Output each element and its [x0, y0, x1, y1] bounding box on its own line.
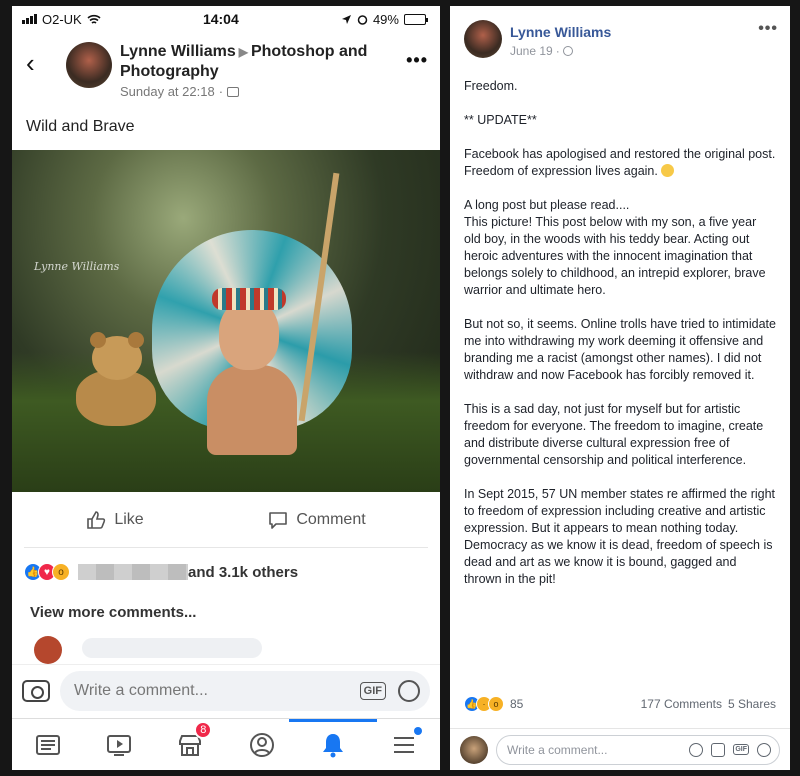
comment-input[interactable]: Write a comment... GIF	[60, 670, 430, 711]
reaction-others: and 3.1k others	[188, 563, 299, 581]
paragraph-3: Facebook has apologised and restored the…	[464, 146, 776, 180]
desktop-post-stats: 👍 · o 85 177 Comments 5 Shares	[464, 696, 776, 712]
paragraph-7: In Sept 2015, 57 UN member states re aff…	[464, 487, 776, 586]
tab-news-feed[interactable]	[28, 725, 68, 765]
arrow-right-icon: ▶	[238, 45, 248, 59]
author-name[interactable]: Lynne Williams	[120, 43, 236, 60]
reaction-summary[interactable]: 👍 ♥ o and 3.1k others	[12, 548, 440, 596]
sticker-icon[interactable]	[757, 742, 771, 757]
back-arrow-icon[interactable]: ‹	[26, 48, 52, 79]
group-privacy-icon	[227, 86, 240, 97]
emoji-icon[interactable]	[689, 742, 704, 757]
tab-notifications[interactable]	[288, 718, 377, 765]
screenshot-collage: O2-UK 14:04 49% ‹ Lynne Williams ▶ Photosh…	[0, 0, 800, 776]
desktop-post: Lynne Williams June 19 · ••• Freedom. ** …	[450, 6, 790, 770]
paragraph-5: But not so, it seems. Online trolls have…	[464, 317, 776, 382]
thumbs-up-icon	[87, 510, 106, 529]
comment-composer: Write a comment... GIF	[12, 664, 440, 716]
globe-icon	[562, 46, 573, 56]
author-avatar[interactable]	[66, 42, 112, 88]
comment-label: Comment	[296, 510, 366, 528]
view-more-comments[interactable]: View more comments...	[12, 596, 440, 632]
tab-marketplace[interactable]: 8	[170, 720, 213, 765]
comments-count[interactable]: 177 Comments	[641, 697, 722, 711]
paragraph-1: Freedom.	[464, 79, 518, 93]
status-time: 14:04	[202, 11, 239, 27]
post-title: Lynne Williams ▶ Photoshop and Photography	[120, 42, 406, 82]
paragraph-3-text: Facebook has apologised and restored the…	[464, 147, 776, 178]
bottom-tab-bar: 8	[12, 718, 440, 770]
desktop-post-text: Freedom. ** UPDATE** Facebook has apolog…	[450, 74, 790, 588]
post-photo[interactable]: Lynne Williams	[12, 150, 440, 492]
comment-placeholder: Write a comment...	[74, 681, 208, 699]
profile-icon	[249, 732, 274, 757]
battery-icon	[403, 13, 428, 25]
desktop-reaction-icons[interactable]: 👍 · o	[464, 696, 504, 712]
shares-count[interactable]: 5 Shares	[728, 697, 776, 711]
photo-watermark: Lynne Williams	[34, 260, 120, 273]
mobile-post-view: O2-UK 14:04 49% ‹ Lynne Williams ▶ Photosh…	[12, 6, 440, 770]
wow-reaction-icon: o	[488, 696, 504, 712]
tab-profile[interactable]	[242, 725, 282, 765]
alarm-icon	[357, 14, 368, 25]
comment-preview	[12, 632, 440, 664]
watch-icon	[106, 734, 131, 756]
tab-menu[interactable]	[384, 725, 424, 765]
child-face	[219, 300, 279, 370]
blurred-names	[78, 564, 188, 580]
paragraph-4: A long post but please read.... This pic…	[464, 198, 766, 297]
desktop-comment-input[interactable]: Write a comment... GIF	[496, 734, 780, 765]
commenter-avatar	[460, 735, 488, 764]
desktop-comment-placeholder: Write a comment...	[507, 742, 608, 757]
tab-watch[interactable]	[99, 725, 139, 765]
wifi-icon	[87, 14, 101, 24]
desktop-author-avatar[interactable]	[464, 20, 502, 58]
battery-percent: 49%	[372, 11, 399, 27]
location-icon	[341, 14, 351, 24]
carrier-label: O2-UK	[42, 11, 82, 27]
camera-icon[interactable]	[22, 679, 50, 702]
post-caption: Wild and Brave	[26, 118, 135, 135]
status-bar: O2-UK 14:04 49%	[12, 6, 440, 32]
post-timestamp[interactable]: Sunday at 22:18	[120, 84, 215, 99]
paragraph-2: ** UPDATE**	[464, 113, 537, 127]
post-header: ‹ Lynne Williams ▶ Photoshop and Photograp…	[26, 42, 428, 99]
wow-reaction-icon: o	[52, 563, 70, 581]
comment-bubble-icon	[269, 511, 288, 529]
news-feed-icon	[35, 734, 60, 755]
desktop-more-options-icon[interactable]: •••	[758, 20, 778, 38]
like-label: Like	[114, 510, 144, 528]
headband	[212, 288, 286, 310]
comment-button[interactable]: Comment	[268, 510, 366, 530]
smiley-emoji-icon	[661, 164, 675, 177]
notifications-bell-icon	[322, 733, 343, 757]
gif-button[interactable]: GIF	[359, 681, 386, 700]
paragraph-6: This is a sad day, not just for myself b…	[464, 402, 764, 467]
menu-notification-dot	[414, 726, 423, 735]
post-actions: Like Comment	[24, 492, 428, 548]
emoji-icon[interactable]	[398, 679, 420, 702]
more-options-icon[interactable]: •••	[406, 50, 428, 71]
desktop-post-header: Lynne Williams June 19 · •••	[450, 6, 790, 74]
marketplace-badge: 8	[194, 720, 213, 739]
camera-icon[interactable]	[711, 742, 726, 757]
desktop-author-name[interactable]: Lynne Williams	[510, 24, 611, 40]
desktop-post-date[interactable]: June 19	[510, 44, 553, 58]
like-button[interactable]: Like	[86, 510, 144, 530]
reaction-count[interactable]: 85	[510, 697, 523, 711]
signal-icon	[22, 14, 37, 24]
gif-button[interactable]: GIF	[733, 744, 749, 755]
menu-icon	[394, 736, 415, 753]
desktop-comment-composer: Write a comment... GIF	[450, 728, 790, 770]
child-figure	[207, 365, 297, 455]
